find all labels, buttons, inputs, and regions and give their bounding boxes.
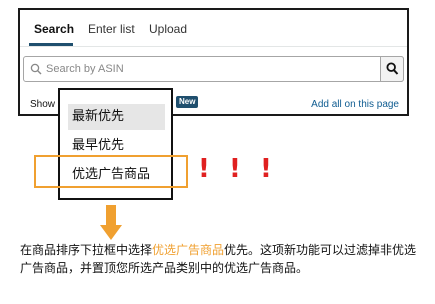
add-all-link[interactable]: Add all on this page xyxy=(311,99,399,110)
exclamation-mark: ! xyxy=(260,154,272,184)
tab-bar: Search Enter list Upload xyxy=(20,10,407,47)
caption-before: 在商品排序下拉框中选择 xyxy=(20,243,153,257)
sort-option-newest[interactable]: 最新优先 xyxy=(68,104,165,130)
search-button[interactable] xyxy=(380,56,404,82)
show-label: Show xyxy=(30,99,56,110)
search-icon xyxy=(30,62,44,76)
tab-enter-list[interactable]: Enter list xyxy=(88,22,135,36)
tab-upload[interactable]: Upload xyxy=(149,22,187,36)
tab-search[interactable]: Search xyxy=(34,22,74,36)
active-tab-indicator xyxy=(29,43,73,46)
exclamation-mark: ! xyxy=(198,154,210,184)
search-button-icon xyxy=(386,62,399,75)
search-bar xyxy=(23,56,404,82)
exclamation-mark: ! xyxy=(229,154,241,184)
down-arrow-icon xyxy=(100,205,122,240)
caption-accent: 优选广告商品 xyxy=(152,243,225,257)
new-badge: New xyxy=(176,96,199,108)
featured-option-highlight xyxy=(34,155,188,188)
search-input[interactable] xyxy=(46,60,376,78)
caption-text: 在商品排序下拉框中选择优选广告商品优先。这项新功能可以过滤掉非优选广告商品，并置… xyxy=(20,241,420,277)
